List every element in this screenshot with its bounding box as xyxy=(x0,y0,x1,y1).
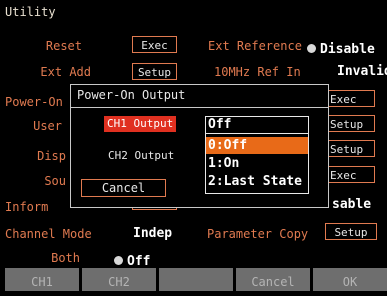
softkey-ch2[interactable]: CH2 xyxy=(82,268,156,291)
ext-add-label: Ext Add xyxy=(40,65,91,79)
dialog-cancel-button[interactable]: Cancel xyxy=(81,179,166,197)
parameter-copy-label: Parameter Copy xyxy=(207,227,309,241)
ref-10mhz-label: 10MHz Ref In xyxy=(214,65,301,79)
dropdown-option-last-state[interactable]: 2:Last State xyxy=(206,173,308,190)
right-button-4[interactable]: Exec xyxy=(325,166,375,183)
softkey-ch1[interactable]: CH1 xyxy=(5,268,79,291)
ext-reference-toggle[interactable]: Disable xyxy=(307,38,375,57)
ref-10mhz-value: Invalid xyxy=(337,64,387,79)
channel-mode-label: Channel Mode xyxy=(5,227,92,241)
softkey-blank[interactable] xyxy=(159,268,233,291)
parameter-copy-setup-button[interactable]: Setup xyxy=(325,223,377,240)
right-button-3[interactable]: Setup xyxy=(325,140,375,157)
ext-add-setup-button[interactable]: Setup xyxy=(132,63,177,80)
reset-exec-button[interactable]: Exec xyxy=(132,36,177,53)
power-on-label: Power-On xyxy=(5,95,63,109)
sou-label: Sou xyxy=(44,174,66,188)
dropdown-option-on[interactable]: 1:On xyxy=(206,155,308,172)
ext-reference-value: Disable xyxy=(320,42,375,57)
dialog-divider xyxy=(71,107,328,108)
ch1-output-label[interactable]: CH1 Output xyxy=(104,116,177,132)
reset-label: Reset xyxy=(45,39,82,53)
ch1-output-select[interactable]: Off xyxy=(205,116,309,134)
ch1-output-value: Off xyxy=(208,117,232,132)
ch2-output-label[interactable]: CH2 Output xyxy=(108,149,174,162)
disp-label: Disp xyxy=(37,149,66,163)
radio-dot-icon xyxy=(114,256,123,265)
window-title: Utility xyxy=(5,5,56,19)
softkey-ok[interactable]: OK xyxy=(313,268,387,291)
dialog-title: Power-On Output xyxy=(77,88,186,102)
inform-label: Inform xyxy=(5,200,49,214)
dropdown-option-off[interactable]: 0:Off xyxy=(206,137,308,154)
both-toggle[interactable]: Off xyxy=(114,250,150,269)
radio-dot-icon xyxy=(307,44,316,53)
right-button-2[interactable]: Setup xyxy=(325,115,375,132)
power-on-dropdown[interactable]: 0:Off 1:On 2:Last State xyxy=(205,133,309,194)
right-value-6: sable xyxy=(332,197,372,212)
both-label: Both xyxy=(51,251,80,265)
both-value: Off xyxy=(127,254,151,269)
softkey-bar: CH1 CH2 Cancel OK xyxy=(0,268,387,291)
softkey-cancel[interactable]: Cancel xyxy=(236,268,310,291)
right-button-1[interactable]: Exec xyxy=(325,90,375,107)
channel-mode-value[interactable]: Indep xyxy=(133,226,172,241)
ext-reference-label: Ext Reference xyxy=(208,39,302,53)
user-label: User xyxy=(33,119,62,133)
